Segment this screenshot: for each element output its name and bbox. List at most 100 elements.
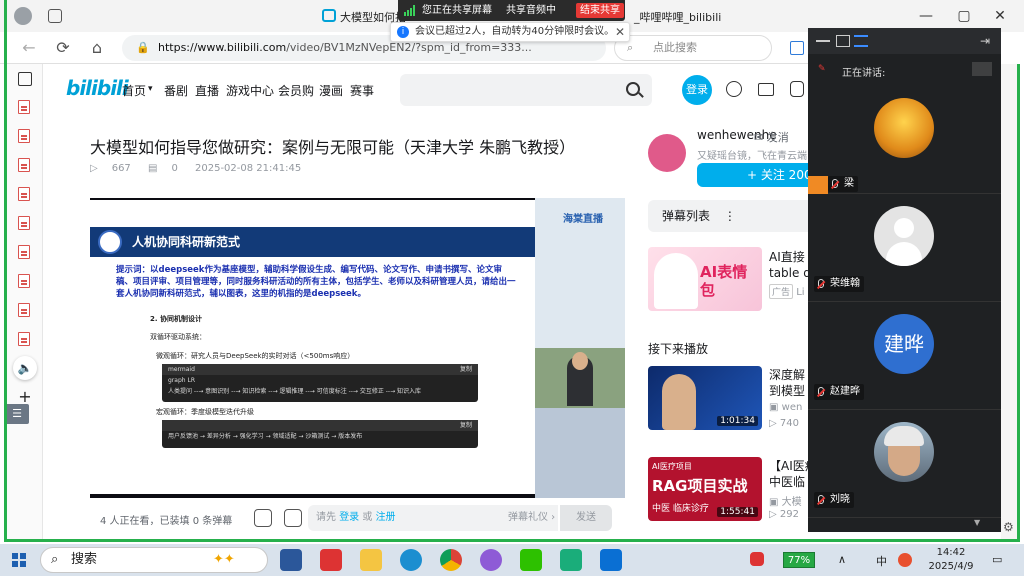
ime-indicator[interactable]: 中 bbox=[876, 553, 887, 569]
bilibili-search-input[interactable] bbox=[400, 74, 652, 106]
url-host: https://www.bilibili.com bbox=[158, 41, 287, 54]
danmaku-etiquette-link[interactable]: 弹幕礼仪 › bbox=[508, 505, 555, 531]
sogou-ime-icon[interactable] bbox=[898, 553, 912, 567]
list-view-icon[interactable] bbox=[854, 35, 868, 47]
search-icon: ⌕ bbox=[51, 552, 59, 567]
vip-icon[interactable] bbox=[726, 81, 742, 97]
follow-button[interactable]: + 关注 200 bbox=[697, 163, 812, 187]
profile-icon[interactable] bbox=[14, 7, 32, 25]
rec-thumbnail[interactable]: AI医疗项目 RAG项目实战 中医 临床诊疗 1:55:41 bbox=[648, 457, 762, 521]
reading-mode-icon[interactable] bbox=[790, 41, 804, 55]
nav-member-shop[interactable]: 会员购 bbox=[278, 82, 314, 99]
rec-title-line2[interactable]: 到模型 bbox=[769, 383, 805, 399]
nav-esports[interactable]: 赛事 bbox=[350, 82, 374, 99]
chevron-down-icon[interactable]: ▾ bbox=[148, 84, 153, 94]
login-button[interactable]: 登录 bbox=[682, 75, 712, 105]
windows-start-icon[interactable] bbox=[12, 553, 26, 567]
add-icon[interactable]: + bbox=[18, 389, 32, 405]
message-icon[interactable] bbox=[758, 83, 774, 96]
danmaku-settings-icon[interactable] bbox=[284, 509, 302, 527]
stop-sharing-button[interactable]: 结束共享 bbox=[576, 3, 624, 18]
pdf-file-icon[interactable] bbox=[18, 245, 32, 259]
tray-chevron-icon[interactable]: ∧ bbox=[838, 553, 846, 566]
ad-character-image bbox=[654, 253, 698, 309]
participant-tile[interactable]: 梁 bbox=[808, 86, 1001, 194]
menu-icon[interactable]: ☰ bbox=[5, 404, 29, 424]
participant-tile[interactable]: 建晔 赵建晔 bbox=[808, 302, 1001, 410]
word-app-icon[interactable] bbox=[280, 549, 302, 571]
minimize-panel-icon[interactable] bbox=[816, 40, 830, 42]
pdf-file-icon[interactable] bbox=[18, 100, 32, 114]
danmaku-list-toggle[interactable]: 弹幕列表 ⋮ bbox=[648, 200, 808, 232]
ad-thumbnail[interactable]: AI表情包 bbox=[648, 247, 762, 311]
browser-search-input[interactable]: ⌕ 点此搜索 bbox=[614, 35, 772, 61]
pdf-file-icon[interactable] bbox=[18, 129, 32, 143]
maximize-button[interactable]: ▢ bbox=[946, 4, 982, 28]
ai-app-icon[interactable] bbox=[480, 549, 502, 571]
nav-live[interactable]: 直播 bbox=[195, 82, 219, 99]
pdf-file-icon[interactable] bbox=[18, 303, 32, 317]
clock-date: 2025/4/9 bbox=[928, 561, 974, 572]
wps-app-icon[interactable] bbox=[320, 549, 342, 571]
notification-icon[interactable]: ▭ bbox=[992, 553, 1002, 566]
pdf-file-icon[interactable] bbox=[18, 332, 32, 346]
ad-meta-text: Li bbox=[796, 287, 805, 298]
taskbar-clock[interactable]: 14:42 2025/4/9 bbox=[922, 546, 980, 574]
audio-sharing-label[interactable]: 共享音频中 bbox=[506, 0, 556, 21]
taskbar-search-label: 搜索 bbox=[71, 552, 98, 567]
pdf-file-icon[interactable] bbox=[18, 216, 32, 230]
nav-home[interactable]: 首页 bbox=[122, 82, 146, 99]
pdf-file-icon[interactable] bbox=[18, 158, 32, 172]
ad-title[interactable]: AI直接 bbox=[769, 249, 805, 265]
danmaku-or-text: 或 bbox=[362, 512, 373, 523]
file-explorer-icon[interactable] bbox=[360, 549, 382, 571]
pdf-file-icon[interactable] bbox=[18, 187, 32, 201]
participant-name: 梁 bbox=[828, 176, 858, 192]
search-icon[interactable] bbox=[626, 82, 640, 96]
back-icon[interactable]: ← bbox=[20, 40, 38, 56]
photos-app-icon[interactable] bbox=[600, 549, 622, 571]
collapse-panel-icon[interactable]: ⇥ bbox=[980, 35, 994, 47]
uploader-avatar[interactable] bbox=[648, 134, 686, 172]
nav-anime[interactable]: 番剧 bbox=[164, 82, 188, 99]
participant-tile[interactable]: 刘晓 bbox=[808, 410, 1001, 518]
tab-actions-icon[interactable] bbox=[48, 9, 62, 23]
dynamic-icon[interactable] bbox=[790, 81, 804, 97]
wps-tray-icon[interactable] bbox=[750, 552, 764, 566]
video-player[interactable]: 人机协同科研新范式 提示词：以deepseek作为基座模型，辅助科学假设生成、编… bbox=[90, 198, 625, 498]
refresh-icon[interactable]: ⟳ bbox=[54, 40, 72, 56]
danmaku-register-link[interactable]: 注册 bbox=[376, 512, 396, 523]
send-message-link[interactable]: ✉ 发消 bbox=[754, 129, 789, 145]
more-options-icon[interactable]: ⋮ bbox=[724, 209, 736, 223]
battery-indicator[interactable]: 77% bbox=[783, 552, 815, 568]
tabs-panel-icon[interactable] bbox=[18, 72, 32, 86]
wechat-app-icon[interactable] bbox=[520, 549, 542, 571]
home-icon[interactable]: ⌂ bbox=[88, 40, 106, 56]
page-scrollbar[interactable]: ⚙ bbox=[1001, 64, 1020, 540]
window-view-icon[interactable] bbox=[836, 35, 850, 47]
nav-comics[interactable]: 漫画 bbox=[319, 82, 343, 99]
danmaku-send-button[interactable]: 发送 bbox=[560, 505, 612, 531]
close-window-button[interactable]: ✕ bbox=[982, 4, 1018, 28]
rec-title[interactable]: 深度解 bbox=[769, 367, 805, 383]
chrome-app-icon[interactable] bbox=[440, 549, 462, 571]
rec-title-line2[interactable]: 中医临 bbox=[769, 474, 805, 490]
rec-thumbnail[interactable]: 1:01:34 bbox=[648, 366, 762, 430]
edge-app-icon[interactable] bbox=[400, 549, 422, 571]
pdf-file-icon[interactable] bbox=[18, 274, 32, 288]
minimize-button[interactable]: — bbox=[908, 4, 944, 28]
danmaku-login-link[interactable]: 登录 bbox=[339, 512, 359, 523]
participant-tile[interactable]: 荣维翰 bbox=[808, 194, 1001, 302]
settings-icon[interactable]: ⚙ bbox=[1003, 520, 1014, 534]
tab-title-tail[interactable]: _哔哩哔哩_bilibili bbox=[634, 9, 721, 25]
bilibili-logo[interactable]: bilibili bbox=[66, 76, 129, 100]
scroll-down-icon[interactable]: ▼ bbox=[974, 518, 980, 527]
speaker-icon[interactable]: 🔈 bbox=[13, 356, 37, 380]
close-notice-icon[interactable]: ✕ bbox=[615, 23, 625, 41]
taskbar-search-input[interactable]: ⌕ 搜索 ✦✦ bbox=[40, 547, 268, 573]
danmaku-toggle-icon[interactable] bbox=[254, 509, 272, 527]
meeting-app-icon[interactable] bbox=[560, 549, 582, 571]
ad-title-line2[interactable]: table d bbox=[769, 265, 811, 281]
nav-game-center[interactable]: 游戏中心 bbox=[226, 82, 274, 99]
screen-share-border-top bbox=[4, 0, 7, 64]
